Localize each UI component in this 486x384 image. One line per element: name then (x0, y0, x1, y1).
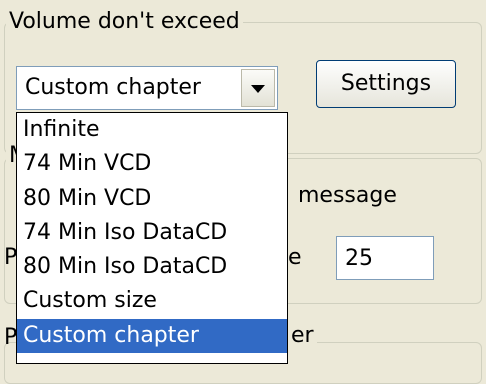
chevron-down-icon (251, 85, 265, 93)
field-label: e (288, 245, 302, 270)
settings-button[interactable]: Settings (316, 60, 456, 108)
value-input[interactable]: 25 (336, 236, 434, 280)
bottom-group-title: er (288, 322, 317, 350)
value-input-text: 25 (345, 246, 373, 271)
message-checkbox-label: message (298, 183, 397, 208)
volume-group-title: Volume don't exceed (6, 8, 243, 36)
volume-limit-combobox[interactable]: Custom chapter (16, 66, 278, 110)
combobox-dropdown-button[interactable] (241, 69, 275, 107)
dropdown-item-80-min-iso-datacd[interactable]: 80 Min Iso DataCD (17, 250, 287, 284)
dropdown-item-custom-chapter[interactable]: Custom chapter (17, 318, 287, 354)
dropdown-item-74-min-vcd[interactable]: 74 Min VCD (17, 147, 287, 181)
combobox-value: Custom chapter (25, 75, 201, 100)
dropdown-item-custom-size[interactable]: Custom size (17, 284, 287, 318)
dropdown-item-74-min-iso-datacd[interactable]: 74 Min Iso DataCD (17, 216, 287, 250)
volume-limit-dropdown-list[interactable]: Infinite 74 Min VCD 80 Min VCD 74 Min Is… (16, 112, 288, 364)
dropdown-item-infinite[interactable]: Infinite (17, 113, 287, 147)
dropdown-item-80-min-vcd[interactable]: 80 Min VCD (17, 182, 287, 216)
